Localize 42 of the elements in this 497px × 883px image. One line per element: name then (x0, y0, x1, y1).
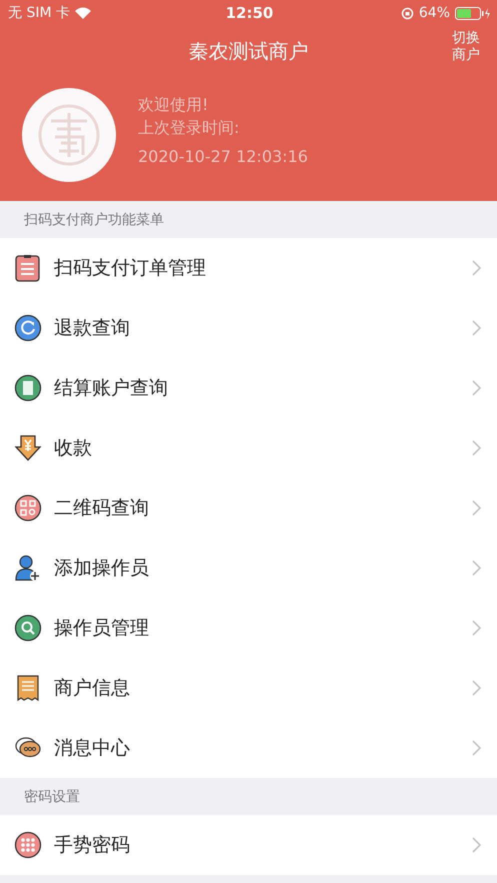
document-icon (14, 374, 42, 402)
battery-icon (455, 6, 491, 20)
chevron-icon (472, 680, 481, 696)
menu-item[interactable]: 扫码支付订单管理 (0, 238, 497, 298)
menu-item[interactable]: 退款查询 (0, 298, 497, 358)
menu-item[interactable]: 商户信息 (0, 658, 497, 718)
section-header: 密码设置 (23, 788, 81, 806)
chevron-icon (472, 260, 481, 276)
wifi-icon (75, 7, 91, 19)
menu-item[interactable]: 二维码查询 (0, 478, 497, 538)
menu-item[interactable]: 操作员管理 (0, 598, 497, 658)
chevron-icon (472, 620, 481, 636)
chevron-icon (472, 837, 481, 853)
search-icon (14, 614, 42, 642)
qr-code-icon (14, 494, 42, 522)
menu-item[interactable]: 消息中心 (0, 718, 497, 778)
last-login-time: 2020-10-27 12:03:16 (138, 146, 308, 166)
menu-item[interactable]: 结算账户查询 (0, 358, 497, 418)
welcome-text: 欢迎使用! (138, 94, 210, 116)
section-header: 扫码支付商户功能菜单 (23, 210, 165, 230)
chevron-icon (472, 740, 481, 756)
menu-item[interactable]: 手势密码 (0, 815, 497, 875)
clipboard-icon (14, 254, 42, 282)
clock-text: 12:50 (226, 4, 274, 22)
chevron-icon (472, 440, 481, 456)
merchant-title: 秦农测试商户 (188, 38, 308, 64)
switch-merchant-button[interactable]: 切换商户 (451, 30, 481, 64)
keypad-icon (14, 831, 42, 859)
chevron-icon (472, 500, 481, 516)
rotation-lock-icon (400, 6, 414, 20)
last-login-label: 上次登录时间: (138, 118, 240, 138)
add-user-icon (14, 554, 42, 582)
battery-percent: 64% (418, 5, 450, 21)
refresh-icon (14, 314, 42, 342)
chevron-icon (472, 320, 481, 336)
seal-logo-icon (37, 103, 101, 167)
carrier-text: 无 SIM 卡 (8, 4, 70, 22)
yen-arrow-icon (14, 434, 42, 462)
menu-item[interactable]: 添加操作员 (0, 538, 497, 598)
chevron-icon (472, 560, 481, 576)
menu-item[interactable]: 收款 (0, 418, 497, 478)
chevron-icon (472, 380, 481, 396)
